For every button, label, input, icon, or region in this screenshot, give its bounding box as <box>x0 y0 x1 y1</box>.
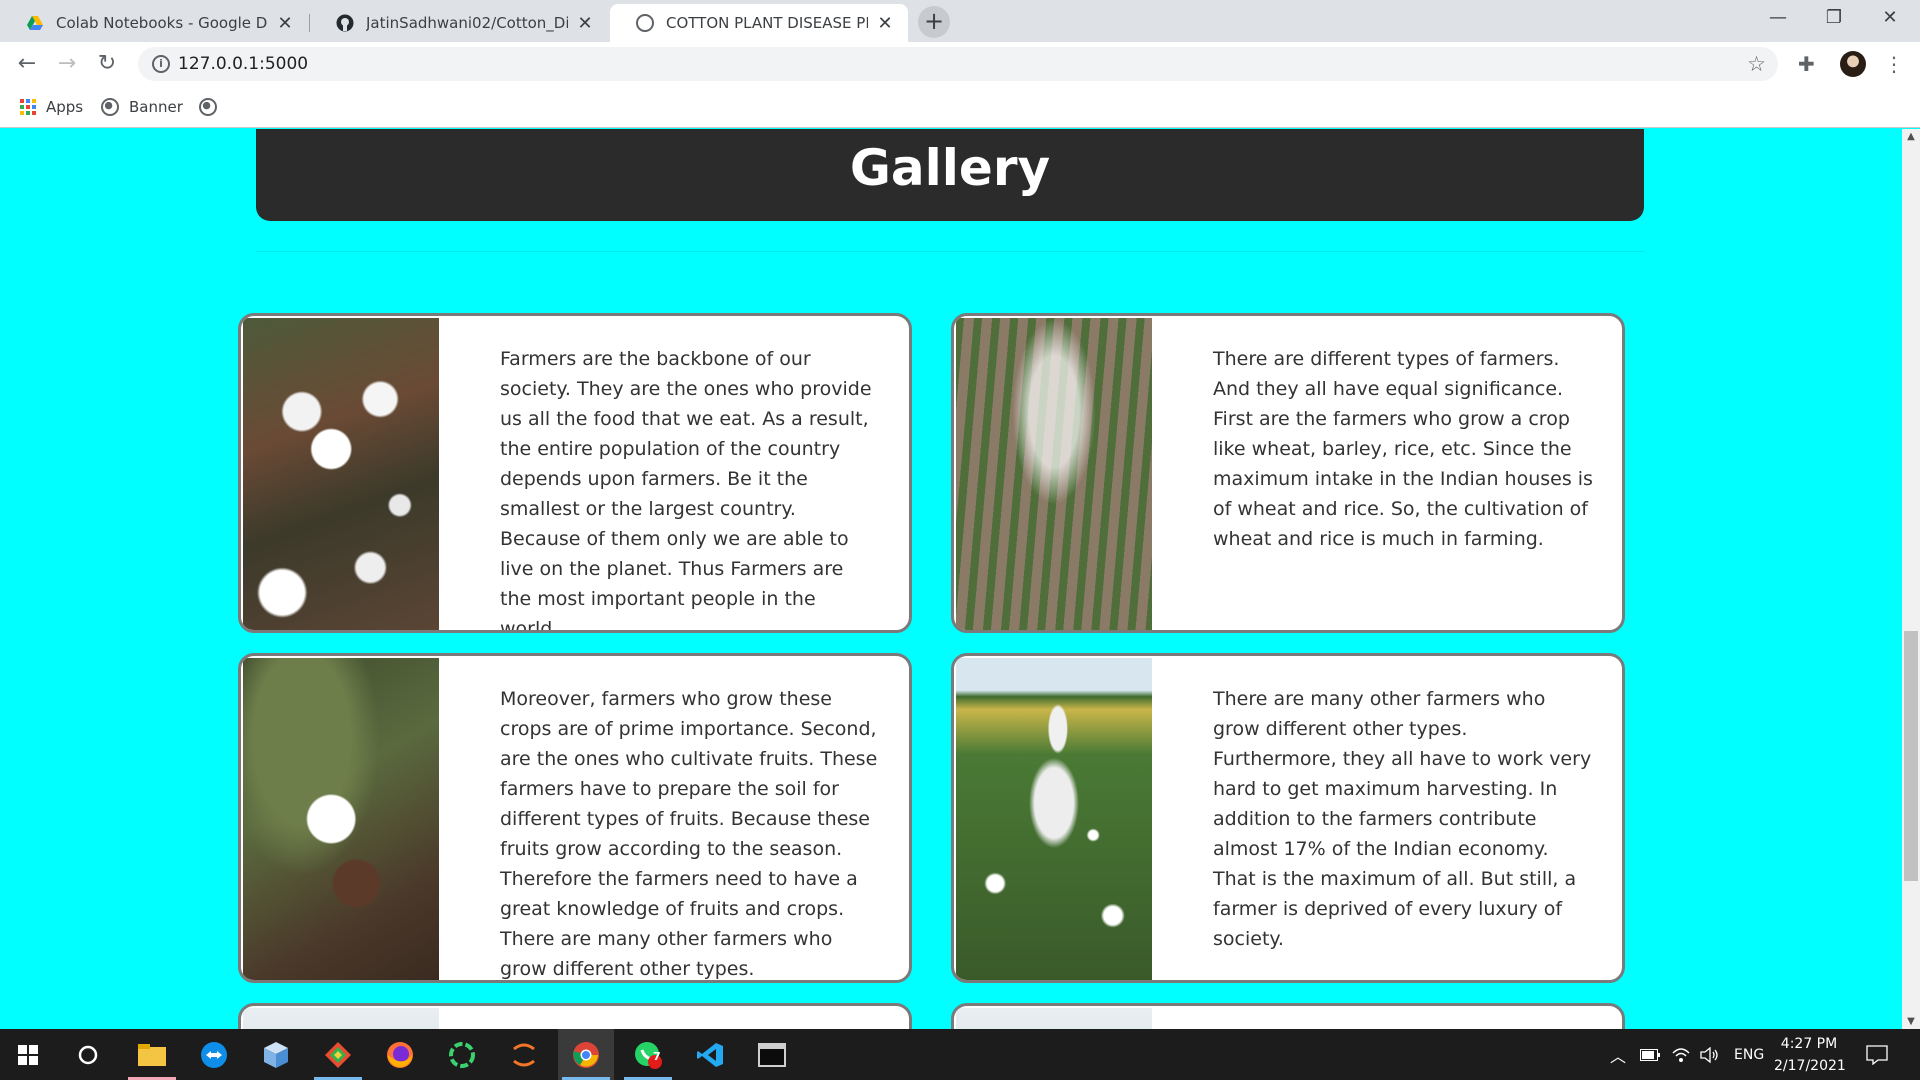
github-icon <box>336 14 354 32</box>
bookmark-globe[interactable] <box>199 86 227 128</box>
git-icon[interactable] <box>310 1029 366 1080</box>
system-clock[interactable]: 4:27 PM 2/17/2021 <box>1774 1033 1846 1077</box>
close-tab-icon[interactable]: ✕ <box>276 13 294 34</box>
minimize-button[interactable]: — <box>1750 0 1806 38</box>
bookmark-label: Banner <box>129 98 183 116</box>
site-info-icon[interactable]: i <box>152 55 170 73</box>
tab-github[interactable]: JatinSadhwani02/Cotton_Disease ✕ <box>310 4 608 42</box>
chrome-icon[interactable] <box>558 1029 614 1080</box>
file-explorer-icon[interactable] <box>124 1029 180 1080</box>
browser-toolbar: ← → ↻ i 127.0.0.1:5000 ☆ <box>0 42 1920 86</box>
close-tab-icon[interactable]: ✕ <box>876 13 894 34</box>
tab-cotton-disease[interactable]: COTTON PLANT DISEASE PREDIC ✕ <box>610 4 908 42</box>
card-text: Moreover, farmers who grow these crops a… <box>500 688 878 980</box>
circle-app-icon[interactable] <box>434 1029 490 1080</box>
terminal-icon[interactable] <box>744 1029 800 1080</box>
search-circle-icon[interactable] <box>60 1029 116 1080</box>
vscode-icon[interactable] <box>682 1029 738 1080</box>
tab-strip: Colab Notebooks - Google Drive ✕ JatinSa… <box>0 0 1920 42</box>
card-text: There are different types of farmers. An… <box>1213 348 1593 550</box>
clock-date: 2/17/2021 <box>1774 1058 1846 1074</box>
address-bar[interactable]: i 127.0.0.1:5000 ☆ <box>138 47 1778 81</box>
browser-menu-icon[interactable]: ⋮ <box>1884 52 1904 76</box>
divider <box>256 251 1644 252</box>
reload-button[interactable]: ↻ <box>93 50 121 78</box>
url-text: 127.0.0.1:5000 <box>178 54 309 74</box>
start-icon[interactable] <box>0 1029 56 1080</box>
extensions-puzzle-icon[interactable]: ✚ <box>1798 52 1815 76</box>
jupyter-icon[interactable] <box>496 1029 552 1080</box>
gallery-card: Moreover, farmers who grow these crops a… <box>238 653 912 983</box>
bookmarks-bar: Apps Banner <box>0 86 1920 128</box>
language-indicator[interactable]: ENG <box>1734 1029 1764 1080</box>
new-tab-button[interactable]: + <box>918 6 950 38</box>
clock-time: 4:27 PM <box>1780 1036 1838 1052</box>
notification-badge: 7 <box>653 1050 661 1063</box>
close-tab-icon[interactable]: ✕ <box>576 13 594 34</box>
gallery-card-partial <box>238 1003 912 1029</box>
wifi-icon[interactable] <box>1672 1029 1690 1080</box>
google-drive-icon <box>27 16 43 30</box>
whatsapp-icon[interactable]: 7 <box>620 1029 676 1080</box>
tab-google-drive[interactable]: Colab Notebooks - Google Drive ✕ <box>0 4 308 42</box>
back-button[interactable]: ← <box>13 50 41 78</box>
page-title: Gallery <box>849 139 1051 197</box>
page-scrollbar[interactable]: ▲ ▼ <box>1902 129 1920 1029</box>
cotton-boll-closeup-photo <box>243 658 439 980</box>
gallery-card-partial <box>951 1003 1625 1029</box>
apps-grid-icon <box>20 99 36 115</box>
scrollbar-thumb[interactable] <box>1904 631 1918 881</box>
scroll-up-arrow-icon[interactable]: ▲ <box>1902 131 1920 142</box>
partial-photo <box>956 1008 1152 1029</box>
chevron-up-icon[interactable]: ︿ <box>1610 1043 1626 1067</box>
cotton-bolls-photo <box>243 318 439 630</box>
scroll-down-arrow-icon[interactable]: ▼ <box>1902 1016 1920 1027</box>
globe-icon <box>101 98 119 116</box>
notifications-icon[interactable] <box>1866 1029 1888 1080</box>
card-text: Farmers are the backbone of our society.… <box>500 348 872 633</box>
tractor-spraying-field-photo <box>956 318 1152 630</box>
gallery-card: There are different types of farmers. An… <box>951 313 1625 633</box>
show-hidden-icons[interactable]: ︿ <box>1610 1029 1626 1080</box>
gallery-header: Gallery <box>256 129 1644 221</box>
gallery-card: There are many other farmers who grow di… <box>951 653 1625 983</box>
partial-photo <box>243 1008 439 1029</box>
language-label: ENG <box>1734 1046 1765 1063</box>
volume-icon[interactable] <box>1700 1029 1720 1080</box>
bookmark-star-icon[interactable]: ☆ <box>1747 47 1766 81</box>
battery-icon[interactable] <box>1640 1029 1660 1080</box>
profile-avatar[interactable] <box>1840 51 1866 77</box>
globe-icon <box>636 14 654 32</box>
bookmark-label: Apps <box>46 98 84 116</box>
tab-title: JatinSadhwani02/Cotton_Disease <box>366 14 568 32</box>
card-text: There are many other farmers who grow di… <box>1213 688 1592 950</box>
tab-title: Colab Notebooks - Google Drive <box>56 14 268 32</box>
firefox-icon[interactable] <box>372 1029 428 1080</box>
3d-box-icon[interactable] <box>248 1029 304 1080</box>
bookmark-apps[interactable]: Apps <box>20 86 83 128</box>
tab-title: COTTON PLANT DISEASE PREDIC <box>666 14 868 32</box>
globe-icon <box>199 98 217 116</box>
farmer-picking-cotton-photo <box>956 658 1152 980</box>
windows-taskbar: 7 ︿ ENG 4:27 PM 2/17/2021 <box>0 1029 1920 1080</box>
forward-button[interactable]: → <box>53 50 81 78</box>
gallery-card: Farmers are the backbone of our society.… <box>238 313 912 633</box>
restore-button[interactable]: ❐ <box>1806 0 1862 38</box>
bookmark-banner[interactable]: Banner <box>101 86 183 128</box>
teamviewer-icon[interactable] <box>186 1029 242 1080</box>
close-window-button[interactable]: ✕ <box>1862 0 1918 38</box>
page-content: Gallery Farmers are the backbone of our … <box>0 129 1902 1029</box>
